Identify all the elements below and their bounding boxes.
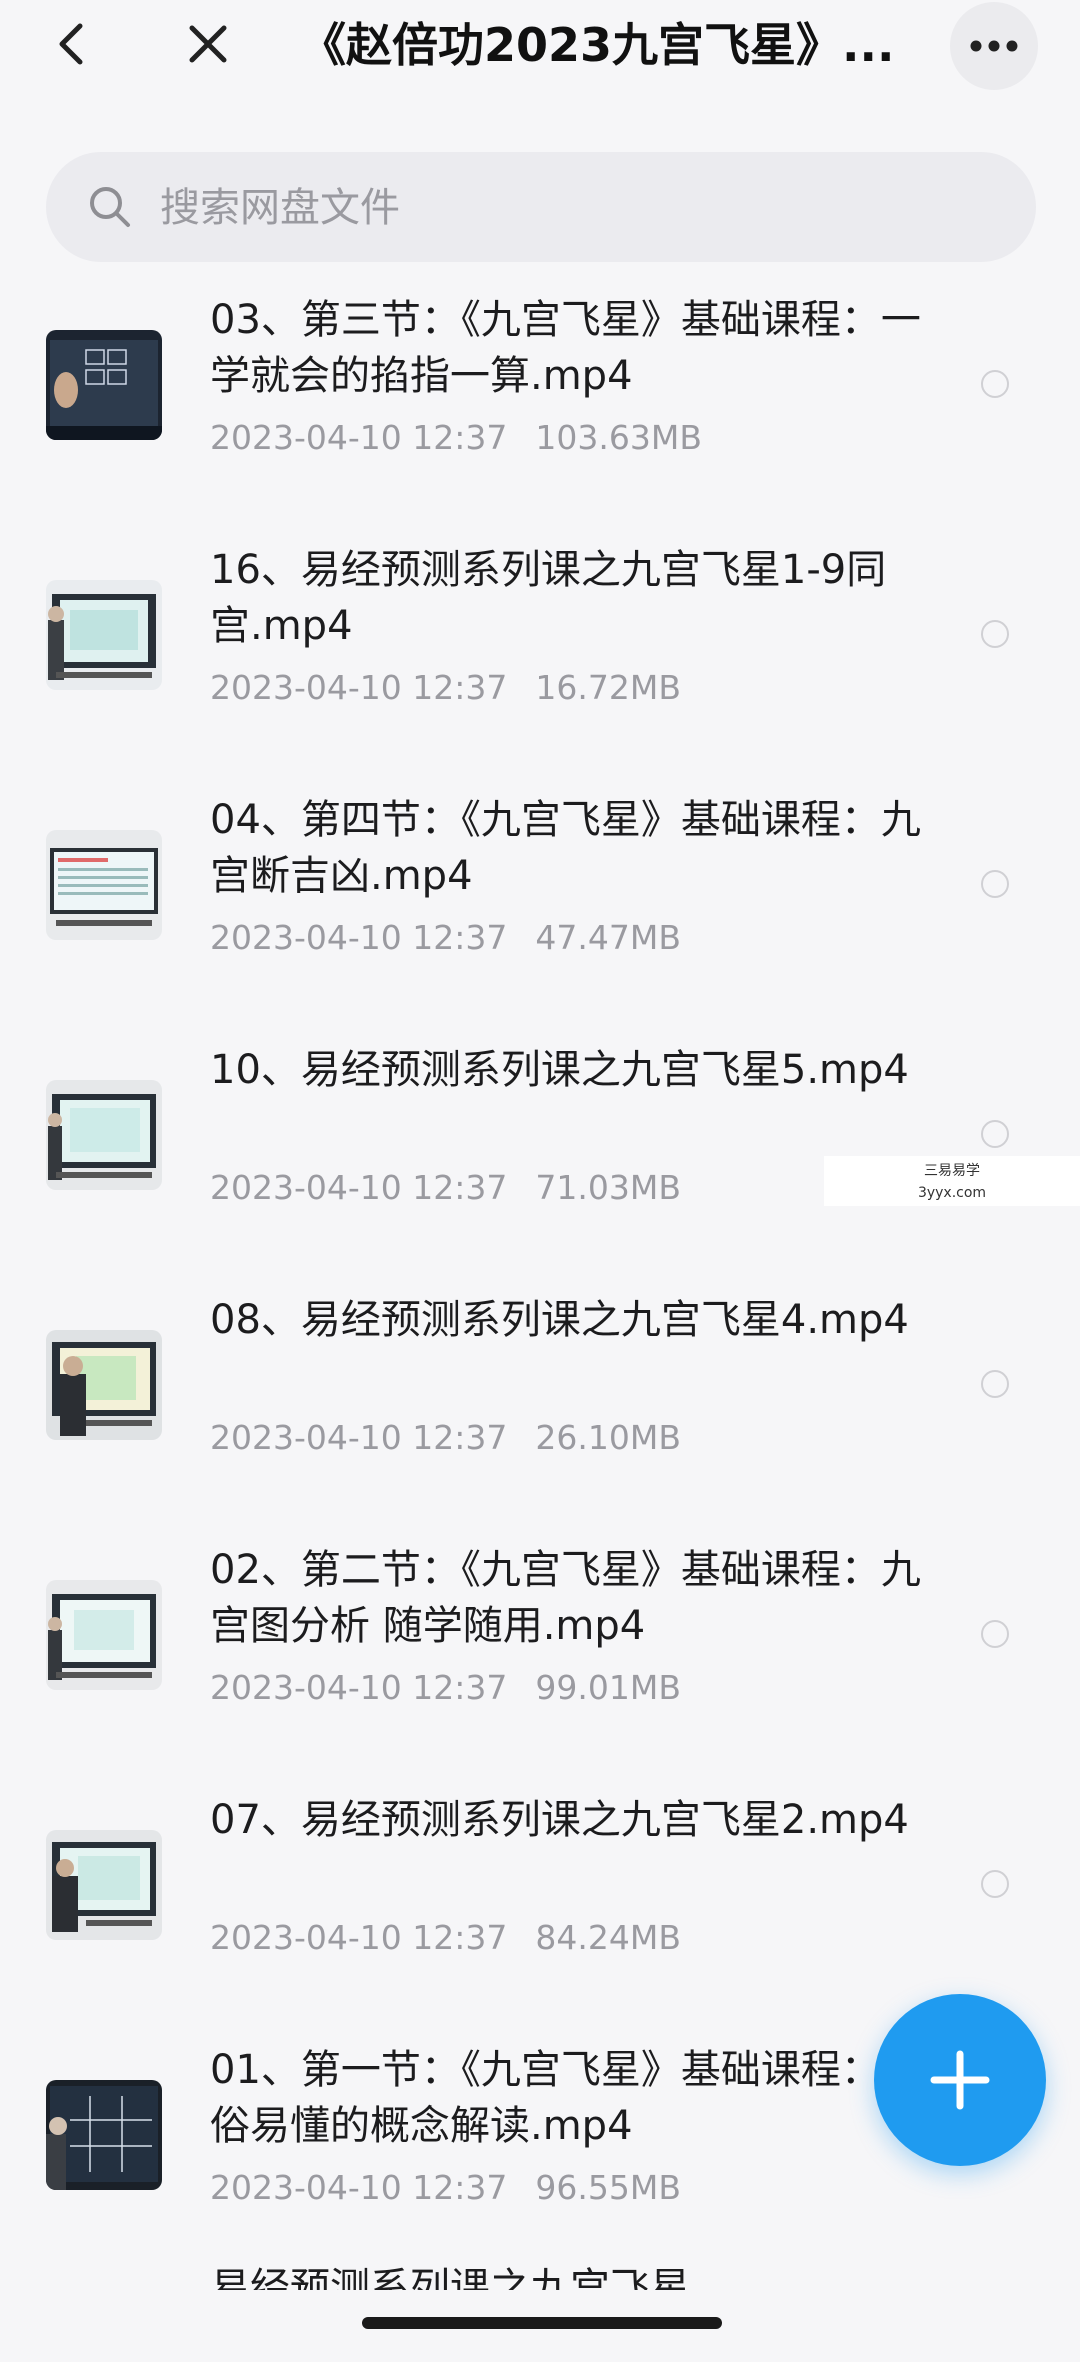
chevron-left-icon bbox=[59, 23, 83, 65]
file-date: 2023-04-10 12:37 bbox=[210, 418, 508, 457]
search-input[interactable] bbox=[158, 152, 982, 264]
select-radio[interactable] bbox=[981, 620, 1009, 648]
file-name: 02、第二节：《九宫飞星》基础课程：九宫图分析 随学随用.mp4 bbox=[210, 1547, 921, 1649]
watermark-line1: 三易易学 bbox=[924, 1163, 980, 1179]
file-size: 47.47MB bbox=[535, 918, 681, 957]
partial-list-item: 易经预测系列课之九宫飞星 bbox=[210, 2265, 690, 2290]
file-meta: 2023-04-10 12:37 16.72MB bbox=[210, 666, 930, 710]
file-date: 2023-04-10 12:37 bbox=[210, 1168, 508, 1207]
file-size: 84.24MB bbox=[535, 1918, 681, 1957]
file-date: 2023-04-10 12:37 bbox=[210, 918, 508, 957]
more-horizontal-icon bbox=[970, 40, 1018, 52]
file-name: 16、易经预测系列课之九宫飞星1-9同宫.mp4 bbox=[210, 547, 887, 649]
file-size: 26.10MB bbox=[535, 1418, 681, 1457]
video-thumbnail bbox=[46, 1080, 162, 1190]
page-title: 《赵倍功2023九宫飞星》... bbox=[300, 18, 895, 72]
file-item[interactable]: 03、第三节：《九宫飞星》基础课程：一学就会的掐指一算.mp4 2023-04-… bbox=[0, 290, 1080, 540]
file-item[interactable]: 07、易经预测系列课之九宫飞星2.mp4 2023-04-10 12:37 84.… bbox=[0, 1790, 1080, 2040]
file-date: 2023-04-10 12:37 bbox=[210, 1668, 508, 1707]
file-name: 04、第四节：《九宫飞星》基础课程：九宫断吉凶.mp4 bbox=[210, 797, 921, 899]
select-radio[interactable] bbox=[981, 1370, 1009, 1398]
video-thumbnail bbox=[46, 830, 162, 940]
close-icon bbox=[189, 25, 227, 63]
top-bar: 《赵倍功2023九宫飞星》... bbox=[0, 0, 1080, 140]
file-meta: 2023-04-10 12:37 47.47MB bbox=[210, 916, 930, 960]
file-size: 99.01MB bbox=[535, 1668, 681, 1707]
more-button[interactable] bbox=[950, 2, 1038, 90]
video-thumbnail bbox=[46, 1830, 162, 1940]
file-meta: 2023-04-10 12:37 99.01MB bbox=[210, 1666, 930, 1710]
video-thumbnail bbox=[46, 1580, 162, 1690]
file-date: 2023-04-10 12:37 bbox=[210, 1418, 508, 1457]
file-meta: 2023-04-10 12:37 84.24MB bbox=[210, 1916, 930, 1960]
select-radio[interactable] bbox=[981, 370, 1009, 398]
file-meta: 2023-04-10 12:37 103.63MB bbox=[210, 416, 930, 460]
file-item[interactable]: 16、易经预测系列课之九宫飞星1-9同宫.mp4 2023-04-10 12:3… bbox=[0, 540, 1080, 790]
select-radio[interactable] bbox=[981, 1120, 1009, 1148]
file-list: 03、第三节：《九宫飞星》基础课程：一学就会的掐指一算.mp4 2023-04-… bbox=[0, 290, 1080, 2280]
select-radio[interactable] bbox=[981, 1620, 1009, 1648]
video-thumbnail bbox=[46, 2080, 162, 2190]
file-name: 10、易经预测系列课之九宫飞星5.mp4 bbox=[210, 1047, 909, 1093]
search-bar[interactable] bbox=[46, 152, 1036, 264]
search-icon bbox=[90, 187, 130, 227]
back-button[interactable] bbox=[40, 12, 104, 76]
plus-icon bbox=[930, 2050, 990, 2110]
watermark-line2: 3yyx.com bbox=[917, 1185, 987, 1201]
file-size: 96.55MB bbox=[535, 2168, 681, 2207]
file-size: 103.63MB bbox=[535, 418, 702, 457]
file-size: 71.03MB bbox=[535, 1168, 681, 1207]
page: 《赵倍功2023九宫飞星》... 搜索网盘文件 03、第三节：《九宫飞星》基础课… bbox=[0, 0, 1080, 2362]
select-radio[interactable] bbox=[981, 870, 1009, 898]
file-name: 03、第三节：《九宫飞星》基础课程：一学就会的掐指一算.mp4 bbox=[210, 297, 921, 399]
file-name: 01、第一节：《九宫飞星》基础课程：通俗易懂的概念解读.mp4 bbox=[210, 2047, 921, 2149]
video-thumbnail bbox=[46, 330, 162, 440]
file-meta: 2023-04-10 12:37 71.03MB bbox=[210, 1166, 930, 1210]
file-meta: 2023-04-10 12:37 26.10MB bbox=[210, 1416, 930, 1460]
file-name: 08、易经预测系列课之九宫飞星4.mp4 bbox=[210, 1297, 909, 1343]
file-item[interactable]: 04、第四节：《九宫飞星》基础课程：九宫断吉凶.mp4 2023-04-10 1… bbox=[0, 790, 1080, 1040]
close-button[interactable] bbox=[176, 12, 240, 76]
file-date: 2023-04-10 12:37 bbox=[210, 1918, 508, 1957]
file-name: 07、易经预测系列课之九宫飞星2.mp4 bbox=[210, 1797, 909, 1843]
file-size: 16.72MB bbox=[535, 668, 681, 707]
home-indicator[interactable] bbox=[362, 2317, 722, 2329]
select-radio[interactable] bbox=[981, 1870, 1009, 1898]
file-item[interactable]: 08、易经预测系列课之九宫飞星4.mp4 2023-04-10 12:37 26.… bbox=[0, 1290, 1080, 1540]
file-date: 2023-04-10 12:37 bbox=[210, 2168, 508, 2207]
add-button[interactable] bbox=[874, 1994, 1046, 2166]
video-thumbnail bbox=[46, 580, 162, 690]
file-date: 2023-04-10 12:37 bbox=[210, 668, 508, 707]
watermark: 三易易学 3yyx.com bbox=[824, 1156, 1080, 1206]
file-item[interactable]: 02、第二节：《九宫飞星》基础课程：九宫图分析 随学随用.mp4 2023-04… bbox=[0, 1540, 1080, 1790]
file-meta: 2023-04-10 12:37 96.55MB bbox=[210, 2166, 930, 2210]
video-thumbnail bbox=[46, 1330, 162, 1440]
